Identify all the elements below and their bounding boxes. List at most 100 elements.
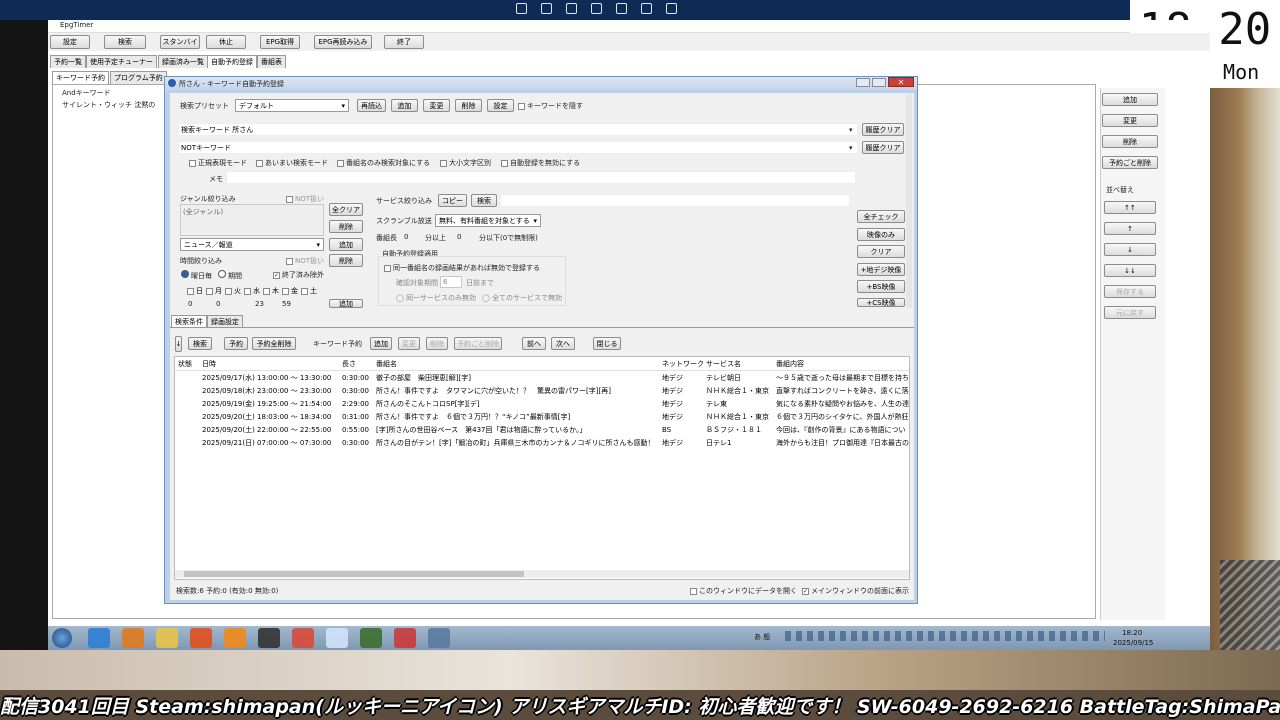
check-all-button[interactable]: 全チェック: [857, 210, 905, 223]
front-display-checkbox[interactable]: ✓ メインウィンドウの前面に表示: [802, 586, 909, 596]
maximize-button[interactable]: [872, 78, 886, 87]
col-status[interactable]: 状態: [175, 357, 199, 371]
search-button[interactable]: 検索: [104, 35, 146, 49]
kw-add-button[interactable]: 追加: [370, 337, 392, 350]
table-row[interactable]: 2025/09/17(水) 13:00:00 ～ 13:30:00 0:30:00…: [175, 371, 909, 385]
col-datetime[interactable]: 日時: [199, 357, 339, 371]
next-button[interactable]: 次へ: [551, 337, 575, 350]
collapse-toggle[interactable]: ↓: [175, 336, 182, 352]
fullscreen-icon[interactable]: [616, 3, 627, 14]
sort-up-button[interactable]: ↑: [1104, 222, 1156, 235]
keyword-history-clear-button[interactable]: 履歴クリア: [862, 123, 904, 136]
col-network[interactable]: ネットワーク: [659, 357, 703, 371]
search-action-button[interactable]: 検索: [188, 337, 212, 350]
preset-delete-button[interactable]: 削除: [455, 99, 482, 112]
cs-video-button[interactable]: +CS映像: [857, 298, 905, 307]
tab-reserve-list[interactable]: 予約一覧: [50, 55, 86, 68]
ie-icon[interactable]: [88, 628, 110, 648]
tab-recorded[interactable]: 録画済み一覧: [158, 55, 208, 68]
sort-top-button[interactable]: ↑↑: [1104, 201, 1156, 214]
kw-delete-button[interactable]: 削除: [426, 337, 448, 350]
terrestrial-video-button[interactable]: +地デジ映像: [857, 263, 905, 276]
prev-button[interactable]: 前へ: [522, 337, 546, 350]
confirm-period-input[interactable]: 6: [440, 276, 462, 288]
window-icon[interactable]: [541, 3, 552, 14]
day-checkbox[interactable]: 日: [187, 286, 203, 296]
video-only-button[interactable]: 映像のみ: [857, 228, 905, 241]
not-keyword-dropdown-arrow[interactable]: ▾: [849, 144, 853, 152]
preset-edit-button[interactable]: 変更: [423, 99, 450, 112]
terminal-icon[interactable]: [258, 628, 280, 648]
time-from-hour[interactable]: 0: [188, 300, 192, 308]
keyword-input[interactable]: 検索キーワード 所さん: [178, 123, 858, 136]
col-content[interactable]: 番組内容: [773, 357, 909, 371]
day-checkbox[interactable]: 火: [225, 286, 241, 296]
exclude-ended-checkbox[interactable]: ✓ 終了済み除外: [273, 270, 324, 280]
clear-button[interactable]: クリア: [857, 245, 905, 258]
not-keyword-input[interactable]: NOTキーワード: [178, 141, 858, 154]
col-service[interactable]: サービス名: [703, 357, 773, 371]
grid-icon[interactable]: [641, 3, 652, 14]
time-delete-button[interactable]: 削除: [329, 254, 363, 267]
vlc-icon[interactable]: [224, 628, 246, 648]
tab-tuner[interactable]: 使用予定チューナー: [86, 55, 157, 68]
open-data-checkbox[interactable]: このウィンドウにデータを開く: [690, 586, 797, 596]
main-add-button[interactable]: 追加: [1102, 93, 1158, 106]
chrome-icon[interactable]: [292, 628, 314, 648]
monitor-icon[interactable]: [516, 3, 527, 14]
genre-delete-button[interactable]: 削除: [329, 220, 363, 233]
preset-select[interactable]: デフォルト: [235, 99, 349, 112]
genre-list[interactable]: (全ジャンル): [180, 204, 324, 236]
preset-settings-button[interactable]: 設定: [487, 99, 514, 112]
service-search-button[interactable]: 検索: [471, 194, 497, 207]
preset-add-button[interactable]: 追加: [391, 99, 418, 112]
epg-fetch-button[interactable]: EPG取得: [260, 35, 300, 49]
table-row[interactable]: 2025/09/21(日) 07:00:00 ～ 07:30:00 0:30:00…: [175, 436, 909, 449]
subtab-program[interactable]: プログラム予約: [110, 71, 167, 84]
close-button[interactable]: ✕: [888, 77, 914, 87]
keyword-dropdown-arrow[interactable]: ▾: [849, 126, 853, 134]
save-order-button[interactable]: 保存する: [1104, 285, 1156, 298]
standby-button[interactable]: スタンバイ: [160, 35, 200, 49]
minimize-button[interactable]: [856, 78, 870, 87]
bs-video-button[interactable]: +BS映像: [857, 280, 905, 293]
kw-delete-with-reserve-button[interactable]: 予約ごと削除: [454, 337, 502, 350]
epgtimer-icon[interactable]: [360, 628, 382, 648]
service-copy-button[interactable]: コピー: [438, 194, 467, 207]
service-search-input[interactable]: [500, 194, 850, 207]
same-service-radio[interactable]: ◯ 同一サービスのみ無効: [396, 293, 476, 303]
eye-icon[interactable]: [591, 3, 602, 14]
epg-reload-button[interactable]: EPG再読み込み: [314, 35, 372, 49]
explorer-icon[interactable]: [156, 628, 178, 648]
all-service-radio[interactable]: ◯ 全てのサービスで無効: [482, 293, 562, 303]
close-dialog-button[interactable]: 閉じる: [593, 337, 621, 350]
weekly-radio[interactable]: 曜日毎: [181, 270, 212, 281]
time-not-checkbox[interactable]: NOT扱い: [286, 256, 324, 266]
day-checkbox[interactable]: 木: [263, 286, 279, 296]
genre-not-checkbox[interactable]: NOT扱い: [286, 194, 324, 204]
table-row[interactable]: 2025/09/19(金) 19:25:00 ～ 21:54:00 2:29:00…: [175, 397, 909, 410]
same-title-checkbox[interactable]: 同一番組名の録画結果があれば無効で登録する: [384, 263, 540, 273]
time-add-button[interactable]: 追加: [329, 299, 363, 308]
subtab-keyword[interactable]: キーワード予約: [52, 71, 109, 84]
hibernate-button[interactable]: 休止: [206, 35, 246, 49]
clock-app-icon[interactable]: [428, 628, 450, 648]
col-length[interactable]: 長さ: [339, 357, 373, 371]
col-title[interactable]: 番組名: [373, 357, 659, 371]
reserve-action-button[interactable]: 予約: [224, 337, 248, 350]
sliders-icon[interactable]: [666, 3, 677, 14]
firefox-icon[interactable]: [190, 628, 212, 648]
period-radio[interactable]: 期間: [218, 270, 242, 281]
screen-icon[interactable]: [566, 3, 577, 14]
time-to-min[interactable]: 59: [282, 300, 291, 308]
time-to-hour[interactable]: 23: [255, 300, 264, 308]
ime-indicator[interactable]: あ 般: [754, 632, 770, 642]
regex-checkbox[interactable]: 正規表現モード: [189, 158, 247, 168]
length-min-value[interactable]: 0: [404, 233, 408, 241]
fuzzy-checkbox[interactable]: あいまい検索モード: [256, 158, 328, 168]
title-only-checkbox[interactable]: 番組名のみ検索対象にする: [337, 158, 430, 168]
table-row[interactable]: 2025/09/18(木) 23:00:00 ～ 23:30:00 0:30:00…: [175, 384, 909, 397]
reserve-all-delete-button[interactable]: 予約全削除: [252, 337, 296, 350]
main-edit-button[interactable]: 変更: [1102, 114, 1158, 127]
sort-down-button[interactable]: ↓: [1104, 243, 1156, 256]
